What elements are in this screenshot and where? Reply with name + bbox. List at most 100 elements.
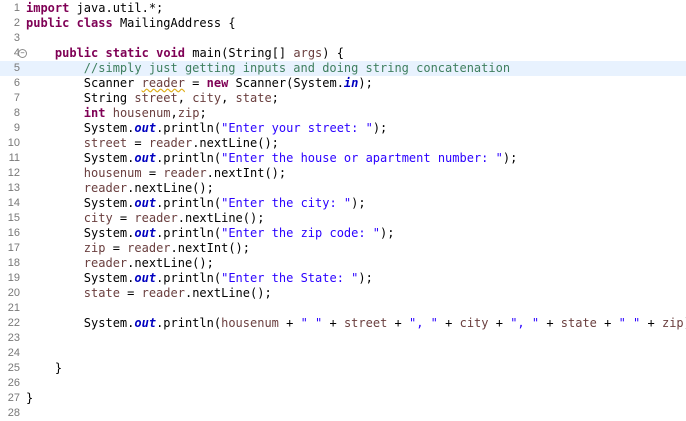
line-number: 24: [7, 347, 20, 359]
code-token: out: [134, 316, 157, 330]
code-token: +: [322, 316, 344, 330]
code-line[interactable]: 21: [0, 301, 686, 316]
line-number: 11: [8, 152, 20, 164]
code-token: .println(: [156, 271, 222, 285]
code-text: System.out.println(housenum + " " + stre…: [26, 316, 686, 331]
code-line[interactable]: 27}: [0, 391, 686, 406]
code-token: import: [26, 1, 70, 15]
code-token: Scanner(System.: [228, 76, 344, 90]
code-token: in: [343, 76, 359, 90]
code-line[interactable]: 5 //simply just getting inputs and doing…: [0, 61, 686, 76]
code-token: args: [293, 46, 323, 60]
code-token: System.: [26, 316, 135, 330]
code-text: //simply just getting inputs and doing s…: [26, 61, 510, 76]
code-token: System.: [26, 151, 135, 165]
line-number: 22: [7, 317, 20, 329]
code-token: out: [134, 151, 157, 165]
code-token: MailingAddress {: [112, 16, 236, 30]
code-token: reader: [83, 181, 128, 195]
code-line[interactable]: 25 }: [0, 361, 686, 376]
code-line[interactable]: 6 Scanner reader = new Scanner(System.in…: [0, 76, 686, 91]
code-line[interactable]: 11 System.out.println("Enter the house o…: [0, 151, 686, 166]
line-number: 8: [13, 107, 20, 119]
code-line[interactable]: 17 zip = reader.nextInt();: [0, 241, 686, 256]
code-token: .println(: [156, 226, 222, 240]
code-token: +: [640, 316, 662, 330]
code-token: street: [134, 91, 178, 105]
code-line[interactable]: 12 housenum = reader.nextInt();: [0, 166, 686, 181]
line-number: 9: [13, 122, 20, 134]
code-line[interactable]: 14 System.out.println("Enter the city: "…: [0, 196, 686, 211]
line-number: 23: [7, 332, 20, 344]
code-line[interactable]: 28: [0, 406, 686, 421]
code-line[interactable]: 7 String street, city, state;: [0, 91, 686, 106]
code-token: zip: [83, 241, 106, 255]
line-number: 25: [7, 362, 20, 374]
code-token: out: [134, 226, 157, 240]
code-token: reader: [141, 286, 185, 300]
code-token: housenum: [221, 316, 279, 330]
code-line[interactable]: 20 state = reader.nextLine();: [0, 286, 686, 301]
line-number: 1: [13, 2, 20, 14]
code-token: "Enter the zip code: ": [221, 226, 381, 240]
code-text: public class MailingAddress {: [26, 16, 236, 31]
code-editor[interactable]: 1 import java.util.*; 2 public class Mailin…: [0, 0, 686, 421]
code-line[interactable]: 23: [0, 331, 686, 346]
code-text: public static void main(String[] args) {: [26, 46, 344, 61]
code-line[interactable]: 3: [0, 31, 686, 46]
code-token: =: [184, 76, 207, 90]
code-line[interactable]: 9 System.out.println("Enter your street:…: [0, 121, 686, 136]
code-text: System.out.println("Enter the house or a…: [26, 151, 518, 166]
code-token: out: [134, 271, 157, 285]
code-token: =: [127, 136, 149, 150]
code-token: =: [105, 241, 128, 255]
line-number: 21: [7, 302, 20, 314]
code-line[interactable]: 15 city = reader.nextLine();: [0, 211, 686, 226]
code-token: city: [459, 316, 489, 330]
code-token: //simply just getting inputs and doing s…: [83, 61, 511, 75]
code-token: +: [539, 316, 561, 330]
code-line[interactable]: 19 System.out.println("Enter the State: …: [0, 271, 686, 286]
code-token: .nextLine();: [177, 211, 265, 225]
code-token: System.: [26, 196, 135, 210]
code-text: import java.util.*;: [26, 1, 163, 16]
code-text: System.out.println("Enter the city: ");: [26, 196, 366, 211]
code-line[interactable]: 18 reader.nextLine();: [0, 256, 686, 271]
code-token: String: [26, 91, 135, 105]
code-token: public: [26, 16, 70, 30]
code-token: ,: [170, 106, 178, 120]
code-token: );: [380, 226, 395, 240]
line-number: 10: [7, 137, 20, 149]
code-line[interactable]: 26: [0, 376, 686, 391]
code-token: .nextLine();: [192, 136, 279, 150]
code-line[interactable]: 13 reader.nextLine();: [0, 181, 686, 196]
code-token: System.: [26, 271, 135, 285]
code-line[interactable]: 2 public class MailingAddress {: [0, 16, 686, 31]
code-token: zip: [177, 106, 200, 120]
code-line[interactable]: 22 System.out.println(housenum + " " + s…: [0, 316, 686, 331]
code-token: city: [83, 211, 113, 225]
code-line[interactable]: 4− public static void main(String[] args…: [0, 46, 686, 61]
code-line[interactable]: 16 System.out.println("Enter the zip cod…: [0, 226, 686, 241]
code-token: zip: [661, 316, 684, 330]
code-token: ) {: [322, 46, 344, 60]
code-token: state: [83, 286, 120, 300]
code-token: }: [26, 391, 34, 405]
code-line[interactable]: 8 int housenum,zip;: [0, 106, 686, 121]
code-token: "Enter the house or apartment number: ": [221, 151, 503, 165]
code-token: .println(: [156, 151, 222, 165]
code-token: +: [488, 316, 511, 330]
code-token: void: [156, 46, 185, 60]
code-line[interactable]: 1 import java.util.*;: [0, 1, 686, 16]
code-token: ;: [271, 91, 279, 105]
code-token: city: [192, 91, 222, 105]
code-line[interactable]: 10 street = reader.nextLine();: [0, 136, 686, 151]
code-line[interactable]: 24: [0, 346, 686, 361]
code-token: Scanner: [26, 76, 142, 90]
code-token: );: [372, 121, 388, 135]
line-number: 26: [7, 377, 20, 389]
